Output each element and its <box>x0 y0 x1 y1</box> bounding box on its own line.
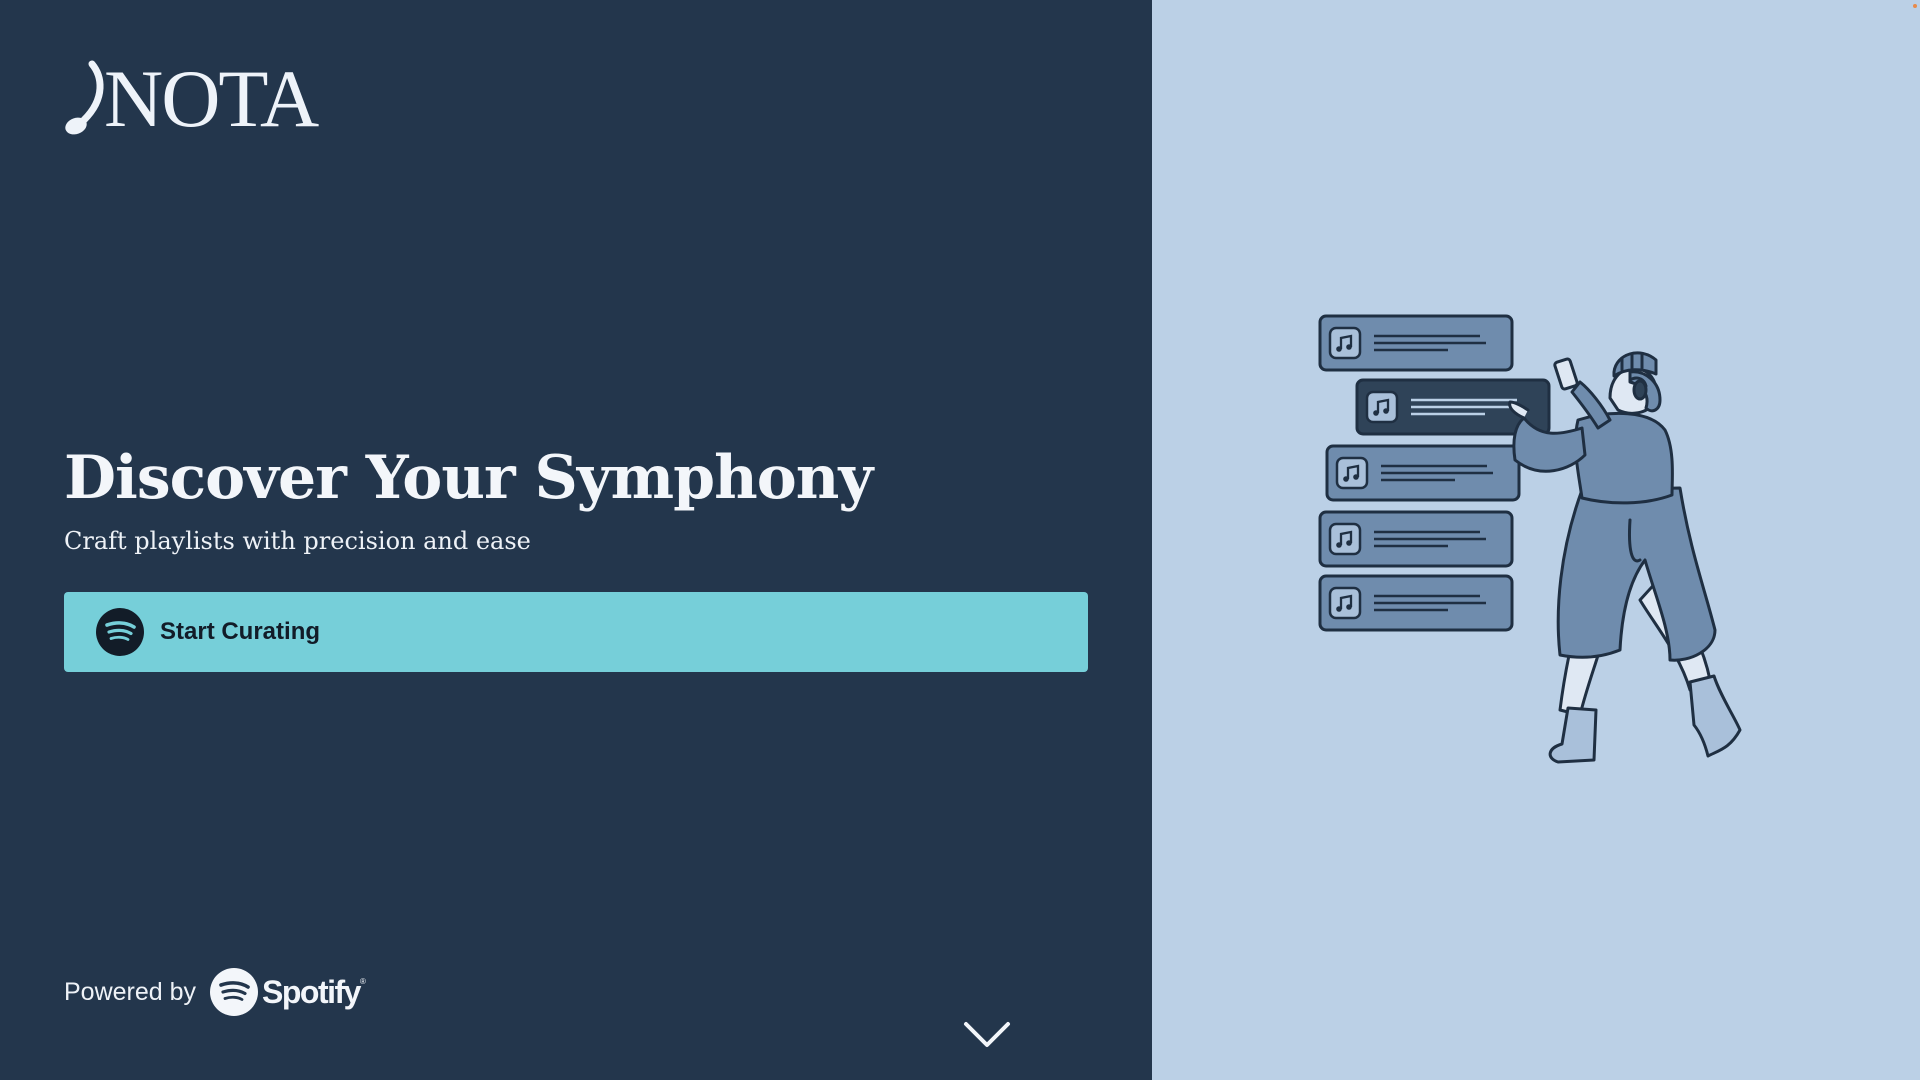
start-curating-label: Start Curating <box>160 618 321 645</box>
track-card <box>1318 510 1514 568</box>
track-card <box>1318 314 1514 372</box>
powered-by-label: Powered by <box>64 978 197 1006</box>
decorative-dot <box>1913 4 1917 8</box>
chevron-down-icon[interactable] <box>962 1018 1012 1052</box>
playlist-illustration <box>1318 314 1742 764</box>
hero-panel: NOTA Discover Your Symphony Craft playli… <box>0 0 1152 1080</box>
page-subtitle: Craft playlists with precision and ease <box>64 527 531 555</box>
page-title: Discover Your Symphony <box>64 443 873 513</box>
logo-text: NOTA <box>104 53 319 144</box>
track-card <box>1325 444 1521 502</box>
registered-mark: ® <box>360 977 366 986</box>
spotify-icon <box>96 608 144 656</box>
powered-by-spotify: Powered by Spotify ® <box>64 966 394 1018</box>
track-card <box>1318 574 1514 632</box>
start-curating-button[interactable]: Start Curating <box>64 592 1088 672</box>
spotify-wordmark: Spotify <box>262 974 361 1010</box>
logo[interactable]: NOTA <box>64 58 334 140</box>
spotify-icon <box>210 968 258 1016</box>
